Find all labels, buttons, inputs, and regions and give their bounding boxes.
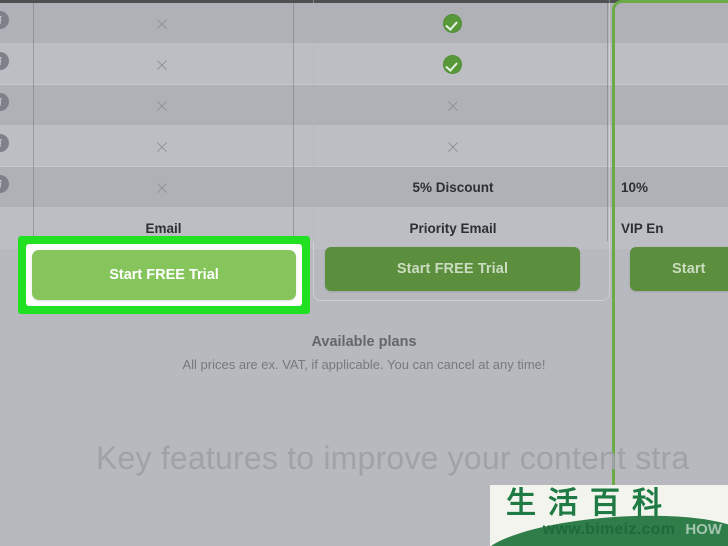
column-divider <box>33 3 34 241</box>
cross-icon: × <box>154 95 170 117</box>
cross-icon: × <box>154 13 170 35</box>
start-free-trial-button-basic[interactable]: Start FREE Trial <box>32 250 296 300</box>
available-plans-title: Available plans <box>311 334 417 350</box>
watermark: 生活百科 www.bimeiz.com HOW <box>490 485 728 546</box>
cross-icon: × <box>154 177 170 199</box>
watermark-corner-label: HOW <box>685 521 722 538</box>
highlight-ring: Start FREE Trial <box>18 236 310 314</box>
column-divider <box>293 3 294 241</box>
pricing-page-dimmed: i i i i i × × × × × Email × × 5% Discoun… <box>0 0 728 546</box>
watermark-chinese-text: 生活百科 <box>506 486 674 522</box>
cross-icon: × <box>154 54 170 76</box>
vat-notice: All prices are ex. VAT, if applicable. Y… <box>182 357 546 372</box>
cross-icon: × <box>154 136 170 158</box>
start-free-trial-button-vip[interactable]: Start <box>630 247 728 291</box>
section-heading: Key features to improve your content str… <box>96 440 690 476</box>
start-free-trial-button-pro[interactable]: Start FREE Trial <box>325 247 580 291</box>
